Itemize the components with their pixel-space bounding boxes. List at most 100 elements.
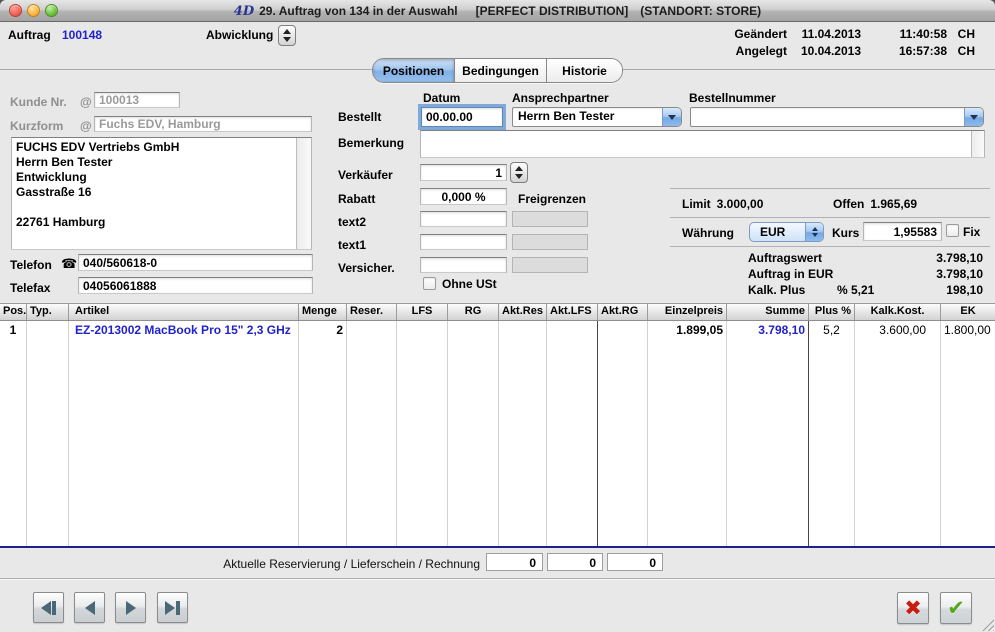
telefon-field[interactable] <box>78 254 313 271</box>
telefax-field[interactable] <box>78 277 313 294</box>
footer-divider-highlight <box>0 579 995 580</box>
kalk-plus-label: Kalk. Plus <box>748 283 806 297</box>
address-line: Herrn Ben Tester <box>16 155 113 169</box>
tab-positionen[interactable]: Positionen <box>373 59 454 82</box>
text2-field[interactable] <box>420 211 507 227</box>
popup-stepper-cap[interactable] <box>805 223 823 241</box>
geaendert-user: CH <box>957 27 975 41</box>
chevron-down-icon <box>668 114 676 120</box>
column-header-artikel: Artikel <box>69 304 299 320</box>
column-header-kalk-kost: Kalk.Kost. <box>855 304 941 320</box>
previous-record-icon <box>84 600 95 615</box>
first-record-button[interactable] <box>33 592 64 623</box>
column-header-akt-rg: Akt.RG <box>598 304 648 320</box>
bemerkung-label: Bemerkung <box>338 136 405 150</box>
rechnung-count-field[interactable] <box>607 553 663 571</box>
column-header-lfs: LFS <box>397 304 448 320</box>
waehrung-popup[interactable]: EUR <box>749 222 824 242</box>
ansprechpartner-value: Herrn Ben Tester <box>518 109 615 123</box>
bestellnummer-value <box>691 108 964 126</box>
stepper-down-icon[interactable] <box>515 174 523 179</box>
versicher-field[interactable] <box>420 257 507 273</box>
last-record-button[interactable] <box>157 592 188 623</box>
resize-grip[interactable] <box>981 618 994 631</box>
previous-record-button[interactable] <box>74 592 105 623</box>
versicher-label: Versicher. <box>338 261 395 275</box>
auftrag-label: Auftrag <box>8 28 51 42</box>
rabatt-field[interactable] <box>420 188 507 205</box>
verkaeufer-label: Verkäufer <box>338 168 393 182</box>
kalk-plus-value: 198,10 <box>946 283 983 297</box>
angelegt-date: 10.04.2013 <box>800 44 861 58</box>
angelegt-label: Angelegt <box>735 44 787 58</box>
table-row[interactable]: 1 EZ-2013002 MacBook Pro 15" 2,3 GHz 2 1… <box>0 321 995 546</box>
auftrag-number[interactable]: 100148 <box>62 28 102 42</box>
kalk-plus-percent: % 5,21 <box>837 283 875 297</box>
waehrung-label: Währung <box>682 226 734 240</box>
angelegt-time: 16:57:38 <box>898 44 947 58</box>
bemerkung-scrollbar[interactable] <box>971 131 984 157</box>
text1-field[interactable] <box>420 234 507 250</box>
kurs-field[interactable] <box>863 222 942 241</box>
cell-kalk-kost: 3.600,00 <box>855 321 941 546</box>
window-title: 4D 29. Auftrag von 134 in der Auswahl [P… <box>0 0 995 22</box>
address-line: 22761 Hamburg <box>16 215 106 229</box>
first-record-icon <box>41 600 51 615</box>
ok-button[interactable]: ✔ <box>940 592 972 624</box>
cell-lfs <box>397 321 448 546</box>
address-scrollbar[interactable] <box>296 138 311 249</box>
column-header-plus: Plus % <box>809 304 855 320</box>
text1-freigrenze-field <box>512 234 588 250</box>
verkaeufer-stepper[interactable] <box>510 162 528 183</box>
address-text: FUCHS EDV Vertriebs GmbH Herrn Ben Teste… <box>16 140 295 247</box>
totals-divider <box>670 246 990 247</box>
cell-akt-lfs <box>547 321 598 546</box>
stepper-down-icon[interactable] <box>283 37 291 42</box>
kunde-nr-field[interactable] <box>94 92 180 108</box>
stepper-up-icon[interactable] <box>515 166 523 171</box>
cell-pos: 1 <box>0 321 27 546</box>
reservierung-count-field[interactable] <box>486 553 543 571</box>
next-record-button[interactable] <box>115 592 146 623</box>
address-textarea[interactable]: FUCHS EDV Vertriebs GmbH Herrn Ben Teste… <box>11 137 312 250</box>
bestellt-datum-field[interactable] <box>421 107 503 127</box>
text1-label: text1 <box>338 238 367 252</box>
bestellnummer-column-label: Bestellnummer <box>689 91 776 105</box>
bemerkung-textarea[interactable] <box>420 130 985 158</box>
summary-label: Aktuelle Reservierung / Lieferschein / R… <box>223 557 480 571</box>
kunde-nr-at-icon: @ <box>80 95 92 109</box>
ohne-ust-checkbox[interactable] <box>423 277 436 290</box>
verkaeufer-field[interactable] <box>420 164 507 181</box>
last-record-bar-icon <box>176 600 180 615</box>
kurzform-field[interactable] <box>94 116 312 132</box>
text2-label: text2 <box>338 215 367 229</box>
cell-reser <box>347 321 397 546</box>
telefax-label: Telefax <box>10 281 51 295</box>
fix-checkbox[interactable] <box>946 224 959 237</box>
abwicklung-stepper[interactable] <box>278 25 296 46</box>
chevron-up-icon <box>811 227 818 231</box>
lieferschein-count-field[interactable] <box>547 553 603 571</box>
text2-freigrenze-field <box>512 211 588 227</box>
auftrag-in-eur-label: Auftrag in EUR <box>748 267 834 281</box>
combo-dropdown-cap[interactable] <box>964 108 983 126</box>
cell-ek: 1.800,00 <box>944 323 991 337</box>
geaendert-time: 11:40:58 <box>899 27 947 41</box>
rabatt-label: Rabatt <box>338 192 376 206</box>
cell-artikel: EZ-2013002 MacBook Pro 15" 2,3 GHz <box>69 321 299 546</box>
ansprechpartner-combobox[interactable]: Herrn Ben Tester <box>512 107 682 127</box>
cell-typ <box>27 321 69 546</box>
cancel-button[interactable]: ✖ <box>897 592 929 624</box>
geaendert-label: Geändert <box>734 27 787 41</box>
stepper-up-icon[interactable] <box>283 29 291 34</box>
column-header-reser: Reser. <box>347 304 397 320</box>
application-window: 4D 29. Auftrag von 134 in der Auswahl [P… <box>0 0 995 632</box>
record-timestamps: Geändert 11.04.2013 11:40:58 CH Angelegt… <box>729 27 975 58</box>
tab-bedingungen[interactable]: Bedingungen <box>454 59 546 82</box>
tab-historie[interactable]: Historie <box>546 59 622 82</box>
environment-label: [PERFECT DISTRIBUTION] <box>475 4 629 18</box>
combo-dropdown-cap[interactable] <box>662 108 681 126</box>
titlebar[interactable]: 4D 29. Auftrag von 134 in der Auswahl [P… <box>0 0 995 22</box>
address-line: FUCHS EDV Vertriebs GmbH <box>16 140 180 154</box>
bestellnummer-combobox[interactable] <box>690 107 984 127</box>
